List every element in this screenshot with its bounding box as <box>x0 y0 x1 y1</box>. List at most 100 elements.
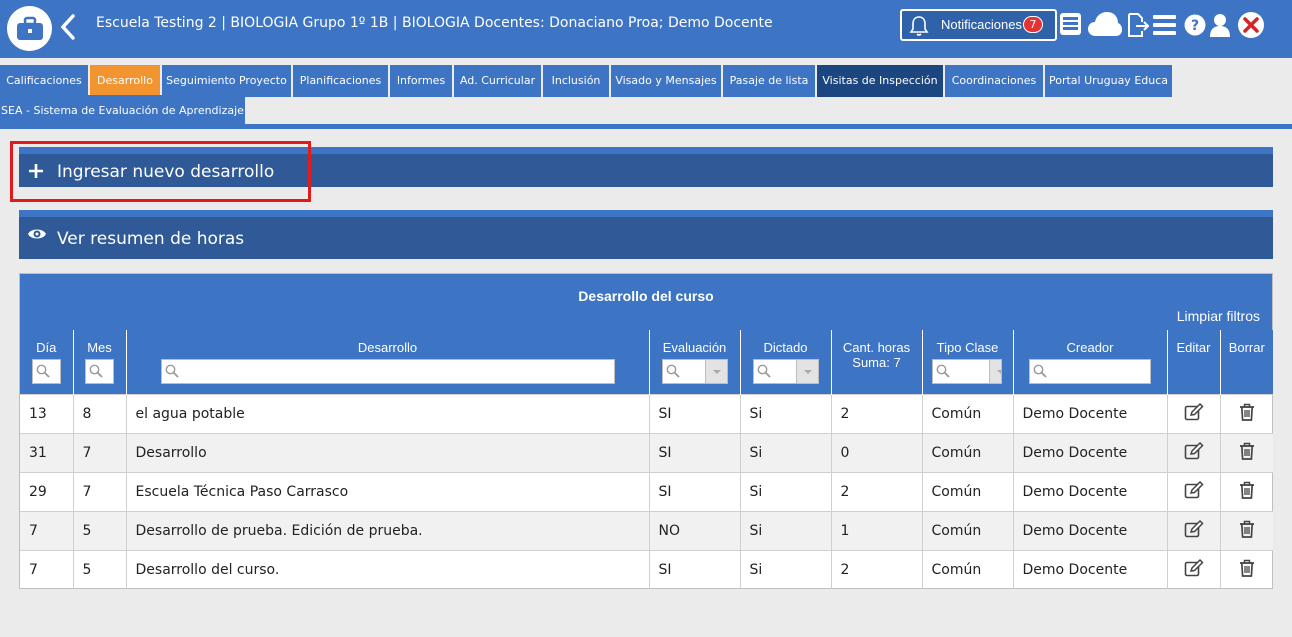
cell-evaluacion: NO <box>648 510 740 550</box>
tab-coordinaciones[interactable]: Coordinaciones <box>945 65 1043 97</box>
hours-sum: Suma: 7 <box>852 355 901 370</box>
close-icon[interactable] <box>1237 11 1265 43</box>
edit-icon[interactable] <box>1166 549 1220 589</box>
chevron-down-icon[interactable] <box>988 360 1001 383</box>
creador-filter[interactable] <box>1029 359 1151 384</box>
hours-summary-toggle[interactable]: Ver resumen de horas <box>19 210 1273 259</box>
tab-informes[interactable]: Informes <box>390 65 452 97</box>
notifications-count-badge: 7 <box>1023 16 1043 33</box>
cell-creador: Demo Docente <box>1012 393 1167 433</box>
col-editar: Editar <box>1166 330 1220 394</box>
search-icon <box>757 364 771 381</box>
col-creador[interactable]: Creador <box>1012 330 1167 394</box>
edit-icon[interactable] <box>1166 510 1220 550</box>
col-desarrollo[interactable]: Desarrollo <box>125 330 649 394</box>
trash-icon[interactable] <box>1219 471 1273 511</box>
list-card-icon[interactable] <box>1059 12 1082 40</box>
cell-tipo: Común <box>921 393 1013 433</box>
tab-inclusion[interactable]: Inclusión <box>543 65 609 97</box>
cell-tipo: Común <box>921 549 1013 589</box>
cell-mes: 8 <box>72 393 126 433</box>
cell-dia: 31 <box>20 432 73 472</box>
table-row: 29 7 Escuela Técnica Paso Carrasco SI Si 2 Com… <box>20 471 1273 511</box>
cell-dictado: Si <box>739 510 831 550</box>
mes-filter[interactable] <box>85 359 114 384</box>
cell-desarrollo: el agua potable <box>125 393 649 433</box>
tab-seguimiento-proyecto[interactable]: Seguimiento Proyecto <box>162 65 291 97</box>
cell-horas: 1 <box>830 510 922 550</box>
chevron-down-icon[interactable] <box>795 360 818 383</box>
edit-icon[interactable] <box>1166 471 1220 511</box>
cell-desarrollo: Escuela Técnica Paso Carrasco <box>125 471 649 511</box>
chevron-down-icon[interactable] <box>704 360 727 383</box>
tab-portal-uruguay-educa[interactable]: Portal Uruguay Educa <box>1045 65 1172 97</box>
cell-dictado: Si <box>739 549 831 589</box>
dictado-filter[interactable] <box>752 359 819 384</box>
cell-horas: 2 <box>830 393 922 433</box>
tab-calificaciones[interactable]: Calificaciones <box>0 65 88 97</box>
trash-icon[interactable] <box>1219 549 1273 589</box>
col-mes[interactable]: Mes <box>72 330 126 394</box>
desarrollo-filter[interactable] <box>160 359 615 384</box>
table-row: 7 5 Desarrollo de prueba. Edición de prueb… <box>20 510 1273 550</box>
notifications-button[interactable]: Notificaciones 7 <box>900 9 1057 41</box>
cell-dictado: Si <box>739 393 831 433</box>
export-icon[interactable] <box>1126 12 1150 42</box>
trash-icon[interactable] <box>1219 393 1273 433</box>
tab-divider <box>0 124 1292 129</box>
development-table: Día Mes Desarrollo Evaluación Dictado Ca… <box>20 330 1273 589</box>
cell-dictado: Si <box>739 432 831 472</box>
cell-horas: 0 <box>830 432 922 472</box>
edit-icon[interactable] <box>1166 432 1220 472</box>
clear-filters-link[interactable]: Limpiar filtros <box>1177 308 1260 324</box>
tab-sea[interactable]: SEA - Sistema de Evaluación de Aprendiza… <box>0 95 245 127</box>
trash-icon[interactable] <box>1219 432 1273 472</box>
cell-creador: Demo Docente <box>1012 549 1167 589</box>
trash-icon[interactable] <box>1219 510 1273 550</box>
cell-creador: Demo Docente <box>1012 471 1167 511</box>
cell-mes: 7 <box>72 471 126 511</box>
cell-desarrollo: Desarrollo de prueba. Edición de prueba. <box>125 510 649 550</box>
back-icon[interactable] <box>58 12 76 42</box>
col-tipo-clase[interactable]: Tipo Clase <box>921 330 1013 394</box>
edit-icon[interactable] <box>1166 393 1220 433</box>
dia-filter[interactable] <box>31 359 61 384</box>
cell-creador: Demo Docente <box>1012 510 1167 550</box>
cell-mes: 7 <box>72 432 126 472</box>
search-icon <box>936 364 950 381</box>
cell-evaluacion: SI <box>648 549 740 589</box>
tab-visado-mensajes[interactable]: Visado y Mensajes <box>611 65 721 97</box>
bell-icon <box>909 15 929 41</box>
help-icon[interactable]: ? <box>1184 14 1206 40</box>
briefcase-icon[interactable] <box>7 6 52 51</box>
col-dictado[interactable]: Dictado <box>739 330 831 394</box>
hours-summary-label: Ver resumen de horas <box>57 229 245 249</box>
col-cant-horas[interactable]: Cant. horas Suma: 7 <box>830 330 922 394</box>
cloud-icon[interactable] <box>1087 11 1123 41</box>
col-evaluacion[interactable]: Evaluación <box>648 330 740 394</box>
tipo-filter[interactable] <box>931 359 1002 384</box>
cell-evaluacion: SI <box>648 393 740 433</box>
tab-planificaciones[interactable]: Planificaciones <box>293 65 388 97</box>
search-icon <box>165 364 179 381</box>
col-dia[interactable]: Día <box>20 330 73 394</box>
tab-desarrollo[interactable]: Desarrollo <box>90 65 160 97</box>
cell-evaluacion: SI <box>648 432 740 472</box>
search-icon <box>666 364 680 381</box>
tab-ad-curricular[interactable]: Ad. Curricular <box>454 65 541 97</box>
cell-creador: Demo Docente <box>1012 432 1167 472</box>
top-bar: Escuela Testing 2 | BIOLOGIA Grupo 1º 1B… <box>0 0 1292 58</box>
tab-pasaje-lista[interactable]: Pasaje de lista <box>723 65 815 97</box>
tab-visitas-inspeccion[interactable]: Visitas de Inspección <box>817 65 943 97</box>
cell-tipo: Común <box>921 432 1013 472</box>
cell-dia: 13 <box>20 393 73 433</box>
cell-dictado: Si <box>739 471 831 511</box>
cell-tipo: Común <box>921 510 1013 550</box>
cell-dia: 7 <box>20 549 73 589</box>
evaluacion-filter[interactable] <box>661 359 728 384</box>
user-icon[interactable] <box>1210 13 1230 41</box>
table-row: 31 7 Desarrollo SI Si 0 Común Demo Docente <box>20 432 1273 472</box>
cell-tipo: Común <box>921 471 1013 511</box>
menu-icon[interactable] <box>1153 14 1176 40</box>
search-icon <box>36 364 50 381</box>
